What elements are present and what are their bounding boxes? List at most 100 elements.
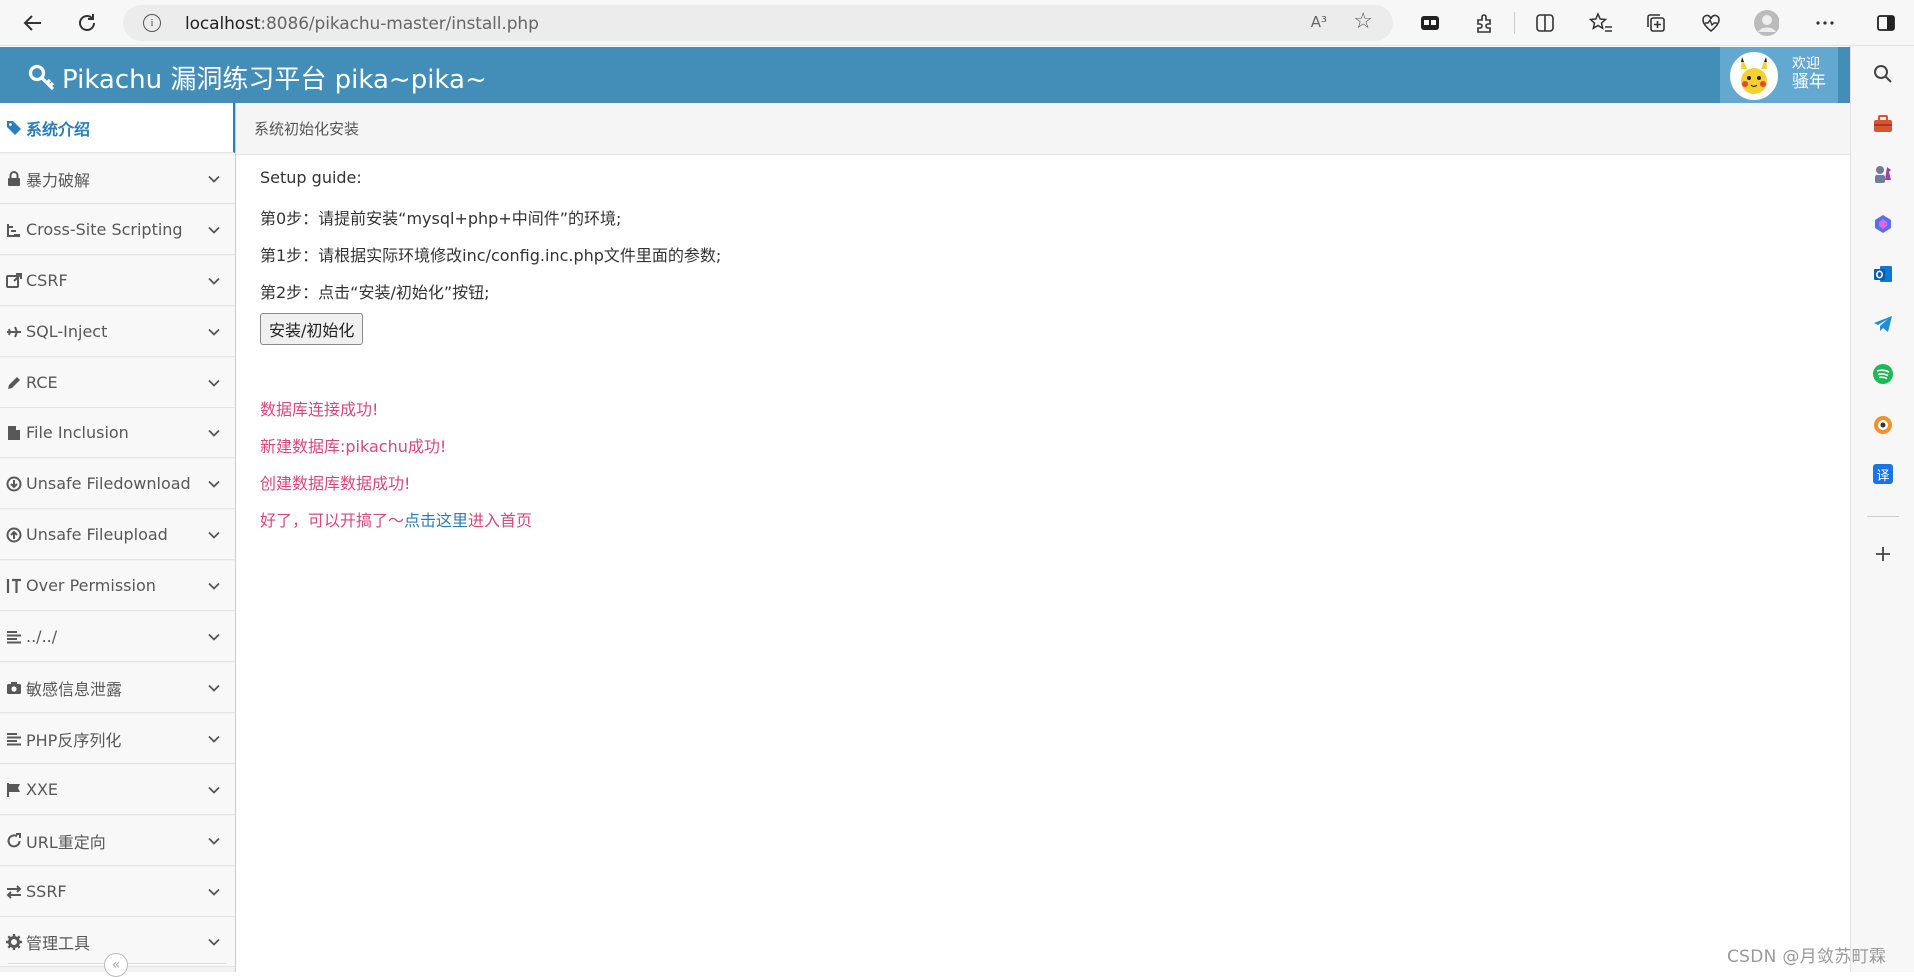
chevron-down-icon	[207, 680, 221, 694]
split-screen-icon[interactable]	[1532, 10, 1558, 36]
sidebar-item[interactable]: 敏感信息泄露	[0, 663, 235, 713]
chevron-down-icon	[207, 273, 221, 287]
done-message: 好了，可以开搞了～点击这里进入首页	[260, 507, 532, 531]
sidebar-item-label: SQL-Inject	[26, 322, 108, 341]
sidebar-item-label: Over Permission	[26, 576, 156, 595]
sidebar-item[interactable]: Cross-Site Scripting	[0, 205, 235, 255]
left-sidebar: 管理工具 SSRF URL重定向 XXE PHP反序列化 敏感信息泄露 ../../ Over…	[0, 103, 236, 977]
welcome-text: 欢迎	[1792, 56, 1820, 72]
collections-icon[interactable]	[1643, 10, 1669, 36]
sidebar-item[interactable]: File Inclusion	[0, 408, 235, 458]
sidebar-item-label: 暴力破解	[26, 170, 91, 190]
extensions-icon[interactable]	[1472, 10, 1498, 36]
brand[interactable]: Pikachu 漏洞练习平台 pika~pika~	[28, 59, 487, 96]
sidebar-item[interactable]: Over Permission	[0, 561, 235, 611]
step-2: 第2步：点击“安装/初始化”按钮;	[260, 283, 490, 302]
address-bar[interactable]: i localhost:8086/pikachu-master/install.…	[123, 5, 1393, 41]
add-icon[interactable]	[1871, 542, 1895, 566]
favorite-star-icon[interactable]: ☆	[1353, 9, 1373, 34]
url-host: localhost	[185, 14, 261, 34]
sidebar-item-label: SSRF	[26, 882, 67, 901]
guide-title: Setup guide:	[260, 168, 362, 187]
chevron-down-icon	[207, 629, 221, 643]
user-greeting: 欢迎 骚年	[1792, 55, 1826, 91]
sidebar-item[interactable]: URL重定向	[0, 816, 235, 866]
tools-icon[interactable]	[1871, 112, 1895, 136]
read-aloud-icon[interactable]: A³	[1311, 13, 1327, 31]
lock-icon	[6, 170, 22, 187]
browser-sidebar: 译	[1850, 46, 1914, 972]
app-title: Pikachu 漏洞练习平台 pika~pika~	[62, 65, 487, 95]
exchange-icon	[6, 884, 22, 900]
plane-icon	[6, 324, 22, 340]
search-icon[interactable]	[1871, 62, 1895, 86]
sidebar-toggle-icon[interactable]	[1873, 10, 1899, 36]
user-menu[interactable]: 欢迎 骚年	[1720, 47, 1838, 103]
telegram-icon[interactable]	[1871, 312, 1895, 336]
sidebar-item[interactable]: RCE	[0, 358, 235, 408]
share-icon	[6, 272, 22, 289]
browser-essentials-icon[interactable]	[1698, 10, 1724, 36]
chevron-down-icon	[207, 222, 221, 236]
sidebar-collapse: «	[0, 951, 235, 977]
file-icon	[6, 425, 22, 441]
sidebar-item[interactable]: SQL-Inject	[0, 307, 235, 357]
pencil-icon	[6, 375, 22, 391]
profile-icon[interactable]	[1753, 10, 1779, 36]
sidebar-item-label: PHP反序列化	[26, 730, 122, 750]
sidebar-item[interactable]: Unsafe Filedownload	[0, 459, 235, 509]
sidebar-item[interactable]: SSRF	[0, 867, 235, 917]
tab-actions-icon[interactable]	[1417, 10, 1443, 36]
site-info-icon[interactable]: i	[143, 14, 161, 32]
sidebar-item[interactable]: PHP反序列化	[0, 714, 235, 764]
sidebar-item[interactable]: 系统介绍	[0, 103, 235, 153]
key-icon	[28, 64, 56, 92]
spotify-icon[interactable]	[1871, 362, 1895, 386]
sidebar-item-label: Cross-Site Scripting	[26, 220, 183, 239]
breadcrumb: 系统初始化安装	[236, 103, 1850, 155]
copilot-icon[interactable]	[1871, 212, 1895, 236]
sidebar-item[interactable]: Unsafe Fileupload	[0, 510, 235, 560]
install-button[interactable]: 安装/初始化	[260, 313, 364, 345]
toolbar-divider	[1514, 12, 1515, 34]
step-0: 第0步：请提前安装“mysql+php+中间件”的环境;	[260, 209, 622, 228]
sidebar-item[interactable]: 暴力破解	[0, 154, 235, 204]
back-icon[interactable]	[18, 8, 48, 38]
sitemap-icon	[6, 222, 22, 238]
sidebar-item[interactable]: ../../	[0, 612, 235, 662]
repeat-icon	[6, 832, 22, 849]
sidebar-item-label: 管理工具	[26, 933, 91, 953]
collapse-button[interactable]: «	[104, 953, 128, 977]
chevron-down-icon	[207, 425, 221, 439]
favorites-icon[interactable]	[1588, 10, 1614, 36]
tag-icon	[6, 120, 22, 136]
sidebar-item-label: Unsafe Fileupload	[26, 525, 168, 544]
chevron-down-icon	[207, 731, 221, 745]
align-left-icon	[6, 629, 22, 645]
chevron-down-icon	[207, 476, 221, 490]
sidebar-item-label: URL重定向	[26, 832, 106, 852]
sidebar-item-label: XXE	[26, 780, 59, 799]
translate-glyph: 译	[1873, 464, 1893, 484]
download-icon	[6, 476, 22, 492]
chevron-down-icon	[207, 833, 221, 847]
sidebar-item-label: Unsafe Filedownload	[26, 474, 191, 493]
text-height-icon	[6, 578, 22, 594]
breadcrumb-item: 系统初始化安装	[254, 120, 360, 138]
refresh-icon[interactable]	[72, 8, 102, 38]
sidebar-item[interactable]: XXE	[0, 765, 235, 815]
home-link[interactable]: 点击这里	[404, 511, 468, 530]
outlook-icon[interactable]	[1871, 262, 1895, 286]
more-icon[interactable]	[1812, 10, 1838, 36]
url-text[interactable]: localhost:8086/pikachu-master/install.ph…	[185, 14, 539, 34]
app-header: Pikachu 漏洞练习平台 pika~pika~ 欢迎 骚年	[0, 47, 1850, 103]
chevron-down-icon	[207, 527, 221, 541]
chevron-down-icon	[207, 884, 221, 898]
sidebar-item-label: CSRF	[26, 271, 68, 290]
avatar	[1730, 52, 1778, 100]
sidebar-item[interactable]: CSRF	[0, 256, 235, 306]
chess-icon[interactable]	[1871, 162, 1895, 186]
game-icon[interactable]	[1871, 412, 1895, 436]
step-1: 第1步：请根据实际环境修改inc/config.inc.php文件里面的参数;	[260, 246, 722, 265]
translate-icon[interactable]: 译	[1871, 462, 1895, 486]
